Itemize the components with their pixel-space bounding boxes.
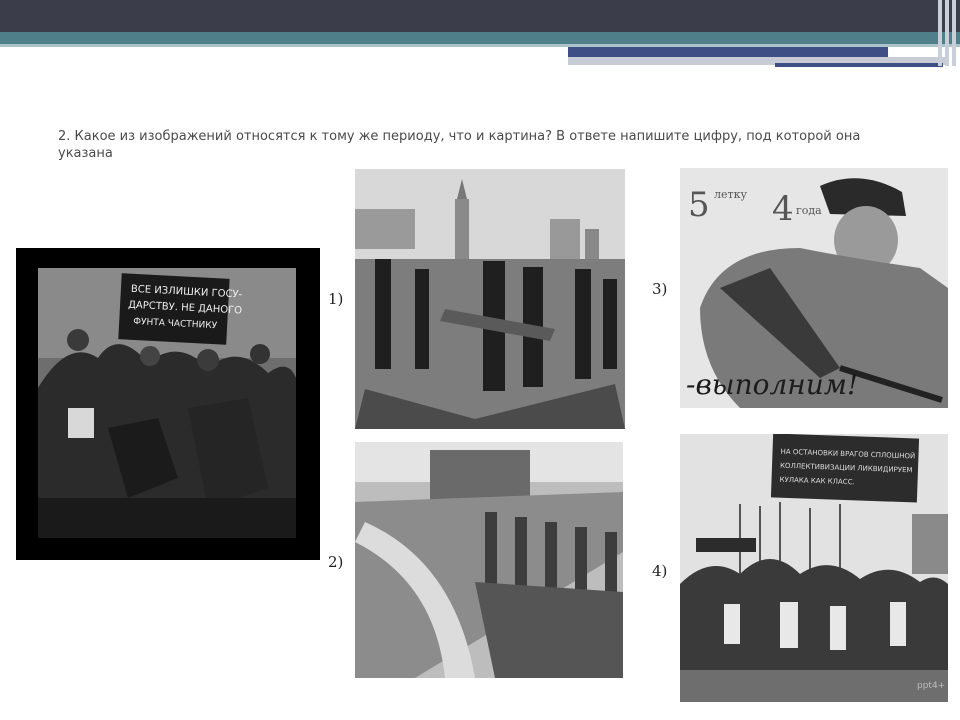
option-image-4: НА ОСТАНОВКИ ВРАГОВ СПЛОШНОЙ КОЛЛЕКТИВИЗ… bbox=[680, 434, 948, 702]
poster-word-goda: года bbox=[796, 204, 822, 217]
poster-number-5: 5 bbox=[688, 185, 710, 225]
main-painting-frame: ВСЕ ИЗЛИШКИ ГОСУ- ДАРСТВУ. НЕ ДАНОГО ФУН… bbox=[16, 248, 320, 560]
poster-number-4: 4 bbox=[772, 189, 794, 229]
poster-slogan: -выполним! bbox=[686, 368, 858, 401]
option-label-3: 3) bbox=[652, 280, 668, 298]
option-label-2: 2) bbox=[328, 553, 344, 571]
option-image-1 bbox=[355, 169, 625, 429]
option-label-4: 4) bbox=[652, 562, 668, 580]
decor-bars bbox=[930, 0, 956, 66]
header-stripe bbox=[0, 32, 960, 44]
option-image-3: 5 летку 4 года -выполним! bbox=[680, 168, 948, 408]
option-label-1: 1) bbox=[328, 290, 344, 308]
accent-bar-thin bbox=[775, 63, 943, 67]
accent-bar bbox=[568, 47, 888, 57]
main-painting: ВСЕ ИЗЛИШКИ ГОСУ- ДАРСТВУ. НЕ ДАНОГО ФУН… bbox=[38, 268, 296, 538]
poster-word-letku: летку bbox=[714, 188, 747, 201]
option-image-2 bbox=[355, 442, 623, 678]
watermark: ppt4+ bbox=[917, 681, 946, 691]
question-text: 2. Какое из изображений относятся к тому… bbox=[58, 129, 861, 161]
header-band bbox=[0, 0, 960, 32]
